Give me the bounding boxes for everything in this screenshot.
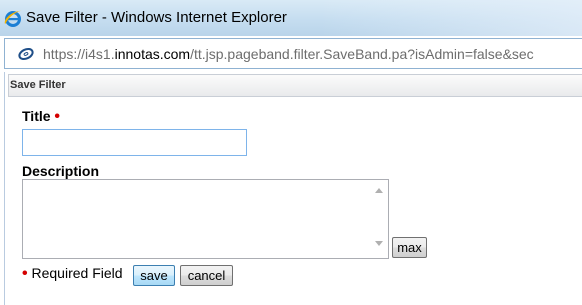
title-label-row: Title • <box>22 108 60 126</box>
description-label: Description <box>22 163 100 179</box>
required-field-note: • Required Field <box>22 265 123 283</box>
panel-title: Save Filter <box>10 79 66 91</box>
title-input[interactable] <box>22 129 247 156</box>
browser-window: Save Filter - Windows Internet Explorer … <box>0 0 582 305</box>
url-path: /tt.jsp.pageband.filter.SaveBand.pa?isAd… <box>190 46 534 62</box>
required-field-text: Required Field <box>31 265 123 281</box>
title-label: Title <box>22 108 51 124</box>
scroll-up-arrow-icon[interactable] <box>375 188 383 193</box>
address-bar[interactable]: https://i4s1.innotas.com/tt.jsp.pageband… <box>4 38 582 69</box>
url-domain: innotas.com <box>114 46 191 62</box>
scroll-down-arrow-icon[interactable] <box>375 241 383 246</box>
required-marker: • <box>22 265 28 282</box>
internet-explorer-icon <box>4 10 22 27</box>
title-bar: Save Filter - Windows Internet Explorer <box>0 0 582 36</box>
description-textarea[interactable] <box>22 179 389 259</box>
url-prefix: https://i4s1. <box>43 46 115 62</box>
save-button[interactable]: save <box>133 265 175 286</box>
max-button[interactable]: max <box>392 237 427 258</box>
window-title: Save Filter - Windows Internet Explorer <box>26 9 287 26</box>
cancel-button[interactable]: cancel <box>180 265 233 286</box>
description-scrollbar[interactable] <box>371 180 388 258</box>
panel-header <box>8 74 582 97</box>
page-icon <box>18 47 34 61</box>
title-bar-glow <box>320 0 582 36</box>
url-text[interactable]: https://i4s1.innotas.com/tt.jsp.pageband… <box>43 46 534 62</box>
title-required-marker: • <box>54 108 61 125</box>
